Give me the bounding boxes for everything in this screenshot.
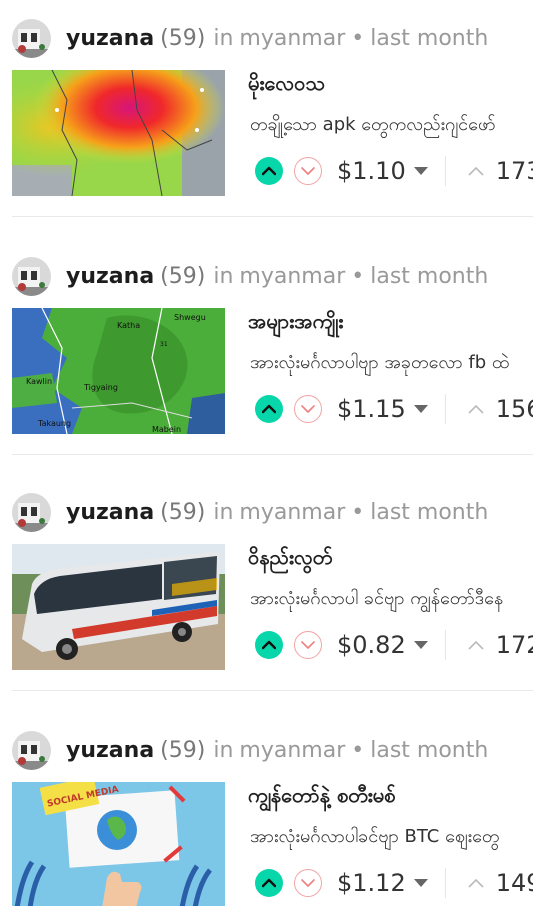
chevron-down-icon	[301, 641, 315, 649]
post-card: yuzana (59) in myanmar • last month SOCI…	[0, 712, 533, 906]
bus-photo-thumbnail[interactable]	[12, 544, 225, 670]
post-header: yuzana (59) in myanmar • last month	[12, 730, 488, 770]
in-label: in	[213, 263, 234, 289]
post-header: yuzana (59) in myanmar • last month	[12, 492, 488, 532]
post-divider	[12, 216, 533, 217]
post-divider	[12, 690, 533, 691]
category-link[interactable]: myanmar	[239, 738, 345, 763]
payout-amount[interactable]: $1.10	[337, 157, 406, 185]
divider	[444, 630, 446, 660]
map-label: Mabein	[152, 425, 181, 434]
map-label: Takaung	[37, 419, 71, 428]
post-header: yuzana (59) in myanmar • last month	[12, 18, 488, 58]
map-label: 31	[160, 341, 168, 348]
post-time[interactable]: last month	[370, 738, 488, 763]
author-name[interactable]: yuzana	[66, 26, 154, 51]
chevron-up-outline-icon[interactable]	[468, 404, 484, 414]
chevron-up-outline-icon[interactable]	[468, 166, 484, 176]
post-time[interactable]: last month	[370, 26, 488, 51]
separator-dot: •	[351, 25, 365, 51]
caret-down-icon[interactable]	[413, 879, 428, 887]
author-reputation: (59)	[160, 25, 206, 51]
downvote-button[interactable]	[294, 631, 322, 659]
author-reputation: (59)	[160, 499, 206, 525]
category-link[interactable]: myanmar	[239, 264, 345, 289]
in-label: in	[213, 499, 234, 525]
map-label: Kawlin	[26, 377, 52, 386]
post-divider	[12, 454, 533, 455]
caret-down-icon[interactable]	[413, 405, 428, 413]
post-actions: $0.82 172	[255, 624, 533, 666]
chevron-down-icon	[301, 167, 315, 175]
chevron-up-icon	[262, 640, 276, 650]
chevron-down-icon	[301, 879, 315, 887]
chevron-up-outline-icon[interactable]	[468, 878, 484, 888]
post-excerpt[interactable]: အားလုံးမင်္ဂလာပါဗျာ အခုတလော fb ထဲ	[250, 350, 533, 377]
weather-heatmap-thumbnail[interactable]	[12, 70, 225, 196]
rain-radar-map-thumbnail[interactable]: Katha Shwegu 31 Kawlin Tigyaing Takaung …	[12, 308, 225, 434]
avatar[interactable]	[12, 730, 51, 770]
payout-amount[interactable]: $1.15	[337, 395, 406, 423]
map-label: Tigyaing	[83, 383, 118, 392]
upvote-button[interactable]	[255, 157, 283, 185]
in-label: in	[213, 737, 234, 763]
payout-amount[interactable]: $0.82	[337, 631, 406, 659]
post-excerpt[interactable]: အားလုံးမင်္ဂလာပါ ခင်ဗျာ ကျွန်တော်ဒီနေ	[250, 586, 533, 613]
author-name[interactable]: yuzana	[66, 500, 154, 525]
chevron-up-icon	[262, 166, 276, 176]
payout-amount[interactable]: $1.12	[337, 869, 406, 897]
caret-down-icon[interactable]	[413, 167, 428, 175]
separator-dot: •	[351, 263, 365, 289]
post-time[interactable]: last month	[370, 264, 488, 289]
separator-dot: •	[351, 737, 365, 763]
downvote-button[interactable]	[294, 157, 322, 185]
post-actions: $1.10 173	[255, 150, 533, 192]
post-actions: $1.12 149	[255, 862, 533, 904]
caret-down-icon[interactable]	[413, 641, 428, 649]
post-time[interactable]: last month	[370, 500, 488, 525]
author-reputation: (59)	[160, 263, 206, 289]
post-card: yuzana (59) in myanmar • last month Kath…	[0, 238, 533, 475]
downvote-button[interactable]	[294, 869, 322, 897]
in-label: in	[213, 25, 234, 51]
category-link[interactable]: myanmar	[239, 500, 345, 525]
separator-dot: •	[351, 499, 365, 525]
author-name[interactable]: yuzana	[66, 738, 154, 763]
chevron-up-icon	[262, 878, 276, 888]
post-card: yuzana (59) in myanmar • last month	[0, 0, 533, 237]
post-header: yuzana (59) in myanmar • last month	[12, 256, 488, 296]
post-excerpt[interactable]: အားလုံးမင်္ဂလာပါခင်ဗျာ BTC ဈေးတွေ	[250, 824, 533, 851]
upvote-button[interactable]	[255, 631, 283, 659]
author-reputation: (59)	[160, 737, 206, 763]
divider	[444, 394, 446, 424]
divider	[444, 156, 446, 186]
vote-count[interactable]: 156	[496, 395, 533, 423]
upvote-button[interactable]	[255, 395, 283, 423]
vote-count[interactable]: 172	[496, 631, 533, 659]
chevron-up-outline-icon[interactable]	[468, 640, 484, 650]
chevron-up-icon	[262, 404, 276, 414]
divider	[444, 868, 446, 898]
avatar[interactable]	[12, 18, 51, 58]
chevron-down-icon	[301, 405, 315, 413]
vote-count[interactable]: 149	[496, 869, 533, 897]
post-title[interactable]: အများအကျိုး	[248, 308, 343, 338]
avatar[interactable]	[12, 256, 51, 296]
post-actions: $1.15 156	[255, 388, 533, 430]
category-link[interactable]: myanmar	[239, 26, 345, 51]
upvote-button[interactable]	[255, 869, 283, 897]
post-feed: yuzana (59) in myanmar • last month မိုး…	[0, 0, 533, 906]
post-excerpt[interactable]: တချို့သော apk တွေကလည်းဂျင်ဖော်	[250, 112, 533, 139]
post-card: yuzana (59) in myanmar • last month	[0, 474, 533, 711]
map-label: Katha	[117, 321, 140, 330]
post-title[interactable]: ဝိနည်းလွတ်	[248, 544, 332, 574]
vote-count[interactable]: 173	[496, 157, 533, 185]
post-title[interactable]: မိုးလေဝသ	[248, 70, 325, 100]
map-label: Shwegu	[174, 313, 206, 322]
avatar[interactable]	[12, 492, 51, 532]
downvote-button[interactable]	[294, 395, 322, 423]
post-title[interactable]: ကျွန်တော်နဲ့ စတီးမစ်	[248, 782, 395, 812]
author-name[interactable]: yuzana	[66, 264, 154, 289]
social-media-thumbnail[interactable]: SOCIAL MEDIA	[12, 782, 225, 906]
